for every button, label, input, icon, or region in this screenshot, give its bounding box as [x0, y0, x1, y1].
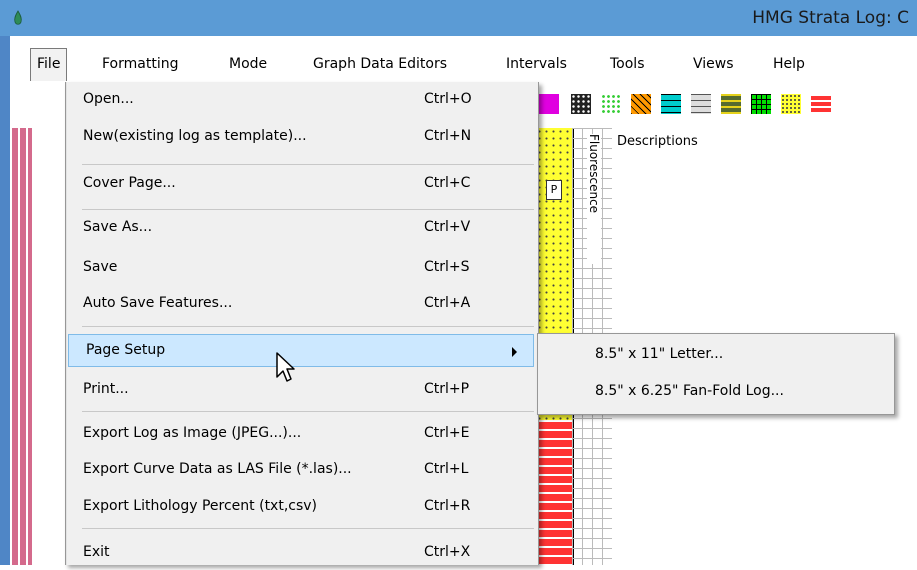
menu-item-label: Page Setup [86, 342, 166, 358]
menu-separator [82, 209, 534, 210]
menu-formatting[interactable]: Formatting [102, 52, 178, 76]
pattern-black-icon[interactable] [571, 94, 591, 114]
pattern-magenta-icon[interactable] [539, 94, 559, 114]
fluorescence-label: Fluorescence [587, 134, 601, 264]
menu-item-export-lithology-percent[interactable]: Export Lithology Percent (txt,csv) Ctrl+… [66, 491, 536, 524]
menu-item-shortcut: Ctrl+L [424, 461, 469, 477]
menu-item-shortcut: Ctrl+X [424, 544, 471, 560]
menu-item-shortcut: Ctrl+N [424, 128, 472, 144]
menu-item-page-setup[interactable]: Page Setup [68, 334, 534, 367]
menu-item-new-from-template[interactable]: New(existing log as template)... Ctrl+N [66, 121, 536, 154]
menu-separator [82, 326, 534, 327]
menu-item-shortcut: Ctrl+V [424, 219, 471, 235]
submenu-item-label: 8.5" x 6.25" Fan-Fold Log... [595, 383, 784, 399]
menu-item-label: Print... [83, 381, 129, 397]
title-bar: HMG Strata Log: C [0, 0, 917, 36]
p-marker: P [546, 180, 562, 200]
menu-item-shortcut: Ctrl+S [424, 259, 470, 275]
window-title: HMG Strata Log: C [752, 8, 909, 28]
menu-help[interactable]: Help [773, 52, 805, 76]
menu-item-open[interactable]: Open... Ctrl+O [66, 84, 536, 117]
mouse-pointer-icon [276, 352, 295, 382]
menu-item-label: Save As... [83, 219, 153, 235]
pattern-red-brick-icon[interactable] [811, 94, 831, 114]
submenu-item-letter[interactable]: 8.5" x 11" Letter... [538, 340, 894, 370]
descriptions-label: Descriptions [617, 134, 698, 149]
app-icon [14, 10, 22, 25]
menu-separator [82, 164, 534, 165]
menu-item-label: Auto Save Features... [83, 295, 233, 311]
log-track-left [10, 128, 32, 565]
menu-mode[interactable]: Mode [229, 52, 267, 76]
menu-item-shortcut: Ctrl+E [424, 425, 470, 441]
menu-item-save[interactable]: Save Ctrl+S [66, 252, 536, 285]
pattern-olive-icon[interactable] [721, 94, 741, 114]
menu-item-print[interactable]: Print... Ctrl+P [66, 374, 536, 407]
submenu-arrow-icon [512, 347, 517, 357]
menu-file[interactable]: File [30, 48, 68, 81]
pattern-green-dots-icon[interactable] [601, 94, 621, 114]
menu-item-export-log-image[interactable]: Export Log as Image (JPEG...)... Ctrl+E [66, 418, 536, 451]
pattern-green-grid-icon[interactable] [751, 94, 771, 114]
file-menu: Open... Ctrl+O New(existing log as templ… [65, 82, 539, 565]
page-setup-submenu: 8.5" x 11" Letter... 8.5" x 6.25" Fan-Fo… [537, 333, 895, 415]
menu-separator [82, 411, 534, 412]
menu-item-label: Export Lithology Percent (txt,csv) [83, 498, 318, 514]
pattern-cyan-icon[interactable] [661, 94, 681, 114]
menu-item-label: Cover Page... [83, 175, 176, 191]
submenu-item-fan-fold[interactable]: 8.5" x 6.25" Fan-Fold Log... [538, 377, 894, 407]
pattern-orange-icon[interactable] [631, 94, 651, 114]
menu-item-shortcut: Ctrl+P [424, 381, 470, 397]
menu-item-label: Export Log as Image (JPEG...)... [83, 425, 302, 441]
window-left-edge [0, 36, 10, 565]
menu-item-label: Open... [83, 91, 134, 107]
menu-item-save-as[interactable]: Save As... Ctrl+V [66, 212, 536, 245]
menu-tools[interactable]: Tools [610, 52, 645, 76]
menu-intervals[interactable]: Intervals [506, 52, 567, 76]
pattern-gray-icon[interactable] [691, 94, 711, 114]
menu-graph-data-editors[interactable]: Graph Data Editors [313, 52, 447, 76]
menu-item-label: Save [83, 259, 118, 275]
menu-item-cover-page[interactable]: Cover Page... Ctrl+C [66, 168, 536, 201]
menu-item-shortcut: Ctrl+O [424, 91, 472, 107]
menu-item-label: Exit [83, 544, 110, 560]
lithology-red-interval [535, 420, 572, 565]
menu-item-exit[interactable]: Exit Ctrl+X [66, 537, 536, 570]
menu-item-export-las[interactable]: Export Curve Data as LAS File (*.las)...… [66, 454, 536, 487]
menu-item-label: New(existing log as template)... [83, 128, 307, 144]
menu-item-label: Export Curve Data as LAS File (*.las)... [83, 461, 352, 477]
menu-bar: File Formatting Mode Graph Data Editors … [10, 36, 917, 82]
menu-item-auto-save-features[interactable]: Auto Save Features... Ctrl+A [66, 288, 536, 321]
pattern-yellow-icon[interactable] [781, 94, 801, 114]
menu-item-shortcut: Ctrl+R [424, 498, 471, 514]
menu-item-shortcut: Ctrl+C [424, 175, 471, 191]
lithology-toolbar [535, 88, 917, 120]
menu-item-shortcut: Ctrl+A [424, 295, 471, 311]
submenu-item-label: 8.5" x 11" Letter... [595, 346, 724, 362]
menu-separator [82, 528, 534, 529]
menu-views[interactable]: Views [693, 52, 734, 76]
